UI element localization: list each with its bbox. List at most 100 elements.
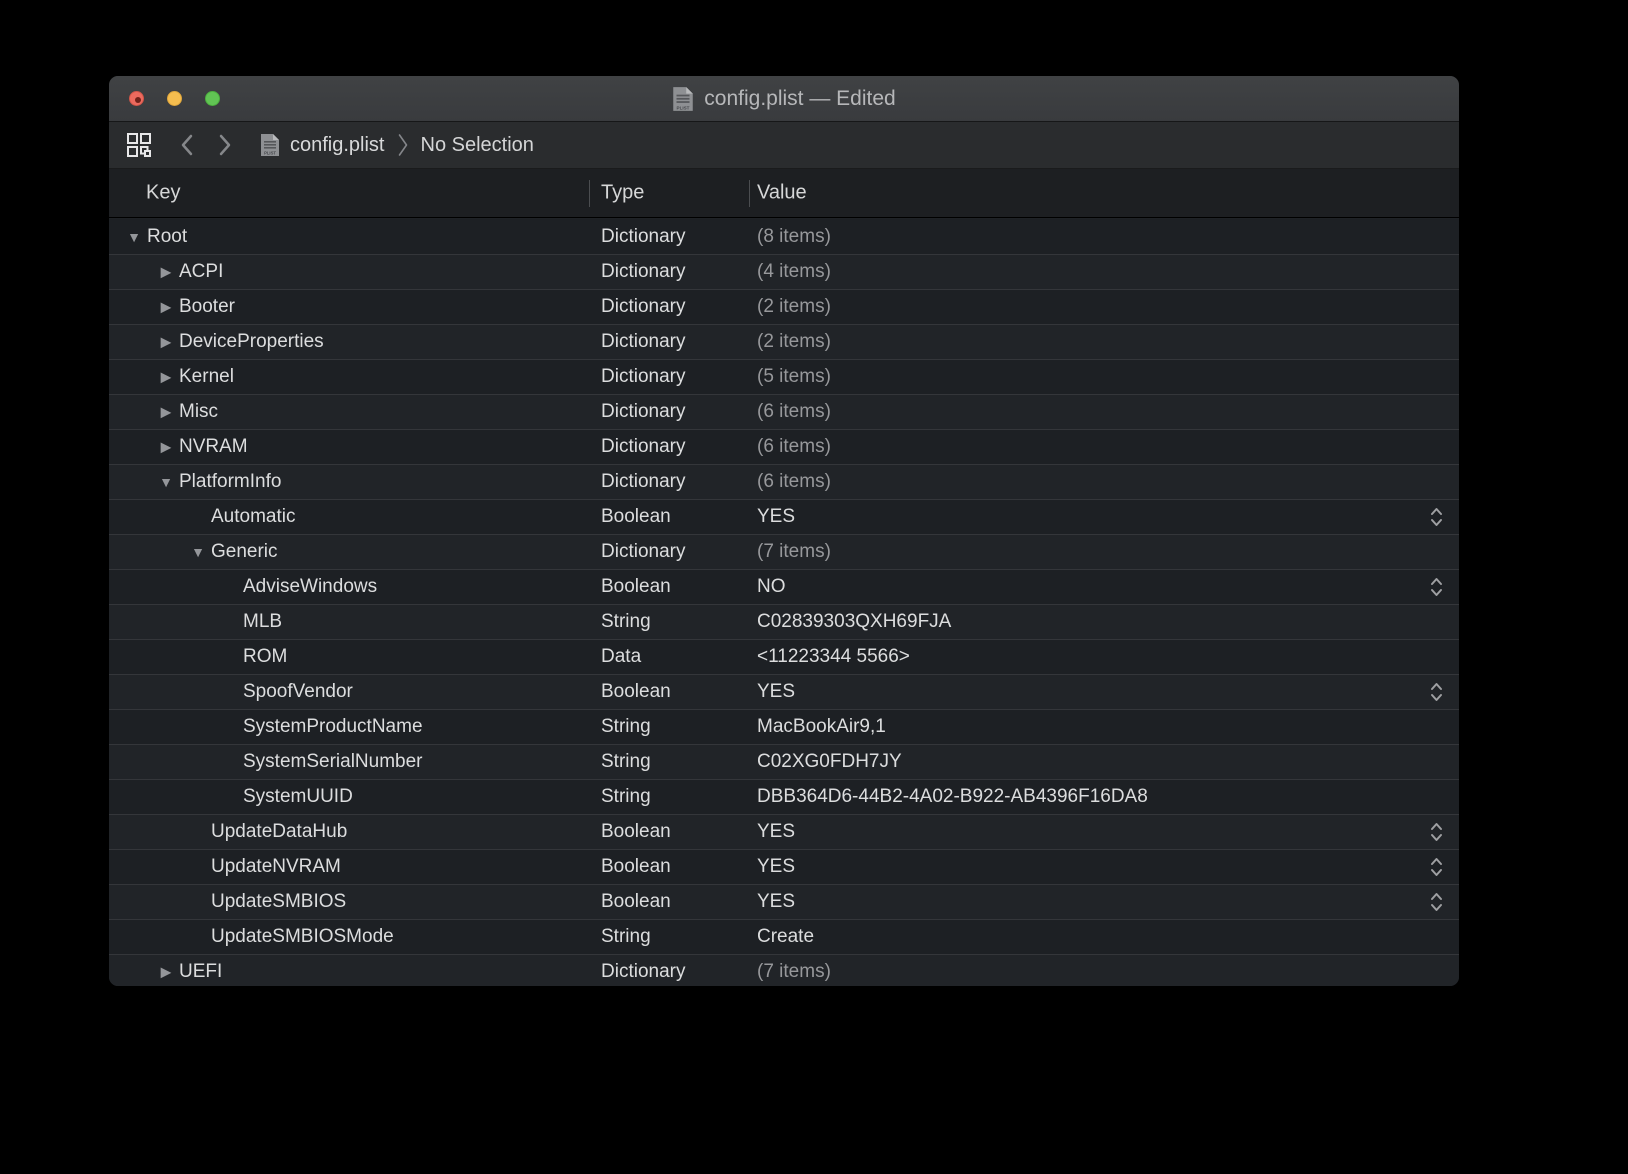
table-row[interactable]: MLBStringC02839303QXH69FJA [109,604,1459,639]
disclosure-collapsed-icon[interactable]: ▶ [157,439,175,456]
row-type[interactable]: Dictionary [601,331,685,353]
row-value[interactable]: C02XG0FDH7JY [757,751,902,773]
row-value[interactable]: YES [757,506,795,528]
row-value[interactable]: MacBookAir9,1 [757,716,886,738]
row-type[interactable]: Boolean [601,821,671,843]
boolean-stepper[interactable] [1430,821,1443,843]
row-value[interactable]: (4 items) [757,261,831,283]
row-value[interactable]: Create [757,926,814,948]
row-value[interactable]: NO [757,576,786,598]
boolean-stepper[interactable] [1430,891,1443,913]
back-button[interactable] [180,134,193,156]
table-row[interactable]: ROM Data <11223344 5566> [109,639,1459,674]
table-row[interactable]: ▼PlatformInfo Dictionary (6 items) [109,464,1459,499]
row-type[interactable]: Dictionary [601,541,685,563]
column-divider[interactable] [589,180,590,207]
row-type[interactable]: Boolean [601,681,671,703]
row-type[interactable]: String [601,611,651,633]
breadcrumb-file[interactable]: config.plist [290,134,385,157]
forward-button[interactable] [219,134,232,156]
row-type[interactable]: Boolean [601,506,671,528]
row-type[interactable]: Dictionary [601,296,685,318]
row-value[interactable]: YES [757,891,795,913]
table-row[interactable]: ▶KernelDictionary(5 items) [109,359,1459,394]
disclosure-collapsed-icon[interactable]: ▶ [157,369,175,386]
row-type[interactable]: Data [601,646,641,668]
table-row[interactable]: ▼GenericDictionary(7 items) [109,534,1459,569]
table-row[interactable]: SpoofVendorBooleanYES [109,674,1459,709]
row-value[interactable]: (2 items) [757,296,831,318]
row-type[interactable]: String [601,716,651,738]
column-divider[interactable] [749,180,750,207]
row-key: ACPI [179,261,223,283]
table-row[interactable]: UpdateDataHubBooleanYES [109,814,1459,849]
table-row[interactable]: UpdateNVRAMBooleanYES [109,849,1459,884]
row-value[interactable]: YES [757,856,795,878]
row-type[interactable]: Dictionary [601,436,685,458]
row-value[interactable]: (5 items) [757,366,831,388]
row-type[interactable]: Dictionary [601,226,685,248]
row-type[interactable]: Dictionary [601,366,685,388]
row-type[interactable]: String [601,751,651,773]
row-value[interactable]: (6 items) [757,471,831,493]
row-value[interactable]: C02839303QXH69FJA [757,611,951,633]
table-row[interactable]: SystemUUIDStringDBB364D6-44B2-4A02-B922-… [109,779,1459,814]
table-row[interactable]: ▶UEFIDictionary(7 items) [109,954,1459,987]
table-row[interactable]: ▼RootDictionary(8 items) [109,219,1459,254]
disclosure-collapsed-icon[interactable]: ▶ [157,264,175,281]
table-row[interactable]: ▶BooterDictionary(2 items) [109,289,1459,324]
up-down-chevrons-icon [1430,681,1443,703]
row-value[interactable]: YES [757,821,795,843]
row-type[interactable]: Dictionary [601,261,685,283]
table-row[interactable]: ▶NVRAMDictionary(6 items) [109,429,1459,464]
row-type[interactable]: Boolean [601,856,671,878]
table-row[interactable]: SystemProductNameStringMacBookAir9,1 [109,709,1459,744]
disclosure-collapsed-icon[interactable]: ▶ [157,964,175,981]
boolean-stepper[interactable] [1430,506,1443,528]
boolean-stepper[interactable] [1430,576,1443,598]
up-down-chevrons-icon [1430,576,1443,598]
row-value[interactable]: (6 items) [757,436,831,458]
row-value[interactable]: <11223344 5566> [757,646,910,668]
table-row[interactable]: ▶MiscDictionary(6 items) [109,394,1459,429]
grid-squares-icon[interactable] [126,132,152,158]
title-bar[interactable]: config.plist — Edited [109,76,1459,122]
disclosure-collapsed-icon[interactable]: ▶ [157,404,175,421]
row-type[interactable]: Dictionary [601,401,685,423]
row-value[interactable]: (7 items) [757,541,831,563]
minimize-button[interactable] [167,91,182,106]
table-row[interactable]: AutomaticBooleanYES [109,499,1459,534]
disclosure-collapsed-icon[interactable]: ▶ [157,299,175,316]
boolean-stepper[interactable] [1430,681,1443,703]
close-button[interactable] [129,91,144,106]
table-row[interactable]: UpdateSMBIOSBooleanYES [109,884,1459,919]
row-value[interactable]: (7 items) [757,961,831,983]
row-value[interactable]: DBB364D6-44B2-4A02-B922-AB4396F16DA8 [757,786,1148,808]
plist-doc-icon [260,133,280,157]
row-value[interactable]: (6 items) [757,401,831,423]
window-title: config.plist — Edited [704,87,895,111]
disclosure-expanded-icon[interactable]: ▼ [157,474,175,490]
row-type[interactable]: Boolean [601,576,671,598]
disclosure-collapsed-icon[interactable]: ▶ [157,334,175,351]
disclosure-expanded-icon[interactable]: ▼ [125,229,143,245]
row-value[interactable]: (8 items) [757,226,831,248]
breadcrumb-selection[interactable]: No Selection [421,134,534,157]
table-row[interactable]: AdviseWindowsBooleanNO [109,569,1459,604]
row-value[interactable]: YES [757,681,795,703]
row-key: ROM [243,646,287,668]
row-type[interactable]: Dictionary [601,471,685,493]
row-value[interactable]: (2 items) [757,331,831,353]
row-type[interactable]: Dictionary [601,961,685,983]
row-type[interactable]: Boolean [601,891,671,913]
zoom-button[interactable] [205,91,220,106]
row-type[interactable]: String [601,786,651,808]
boolean-stepper[interactable] [1430,856,1443,878]
row-key: PlatformInfo [179,471,281,493]
table-row[interactable]: UpdateSMBIOSModeStringCreate [109,919,1459,954]
row-type[interactable]: String [601,926,651,948]
table-row[interactable]: SystemSerialNumberStringC02XG0FDH7JY [109,744,1459,779]
disclosure-expanded-icon[interactable]: ▼ [189,544,207,560]
table-row[interactable]: ▶ACPI Dictionary (4 items) [109,254,1459,289]
table-row[interactable]: ▶DevicePropertiesDictionary(2 items) [109,324,1459,359]
